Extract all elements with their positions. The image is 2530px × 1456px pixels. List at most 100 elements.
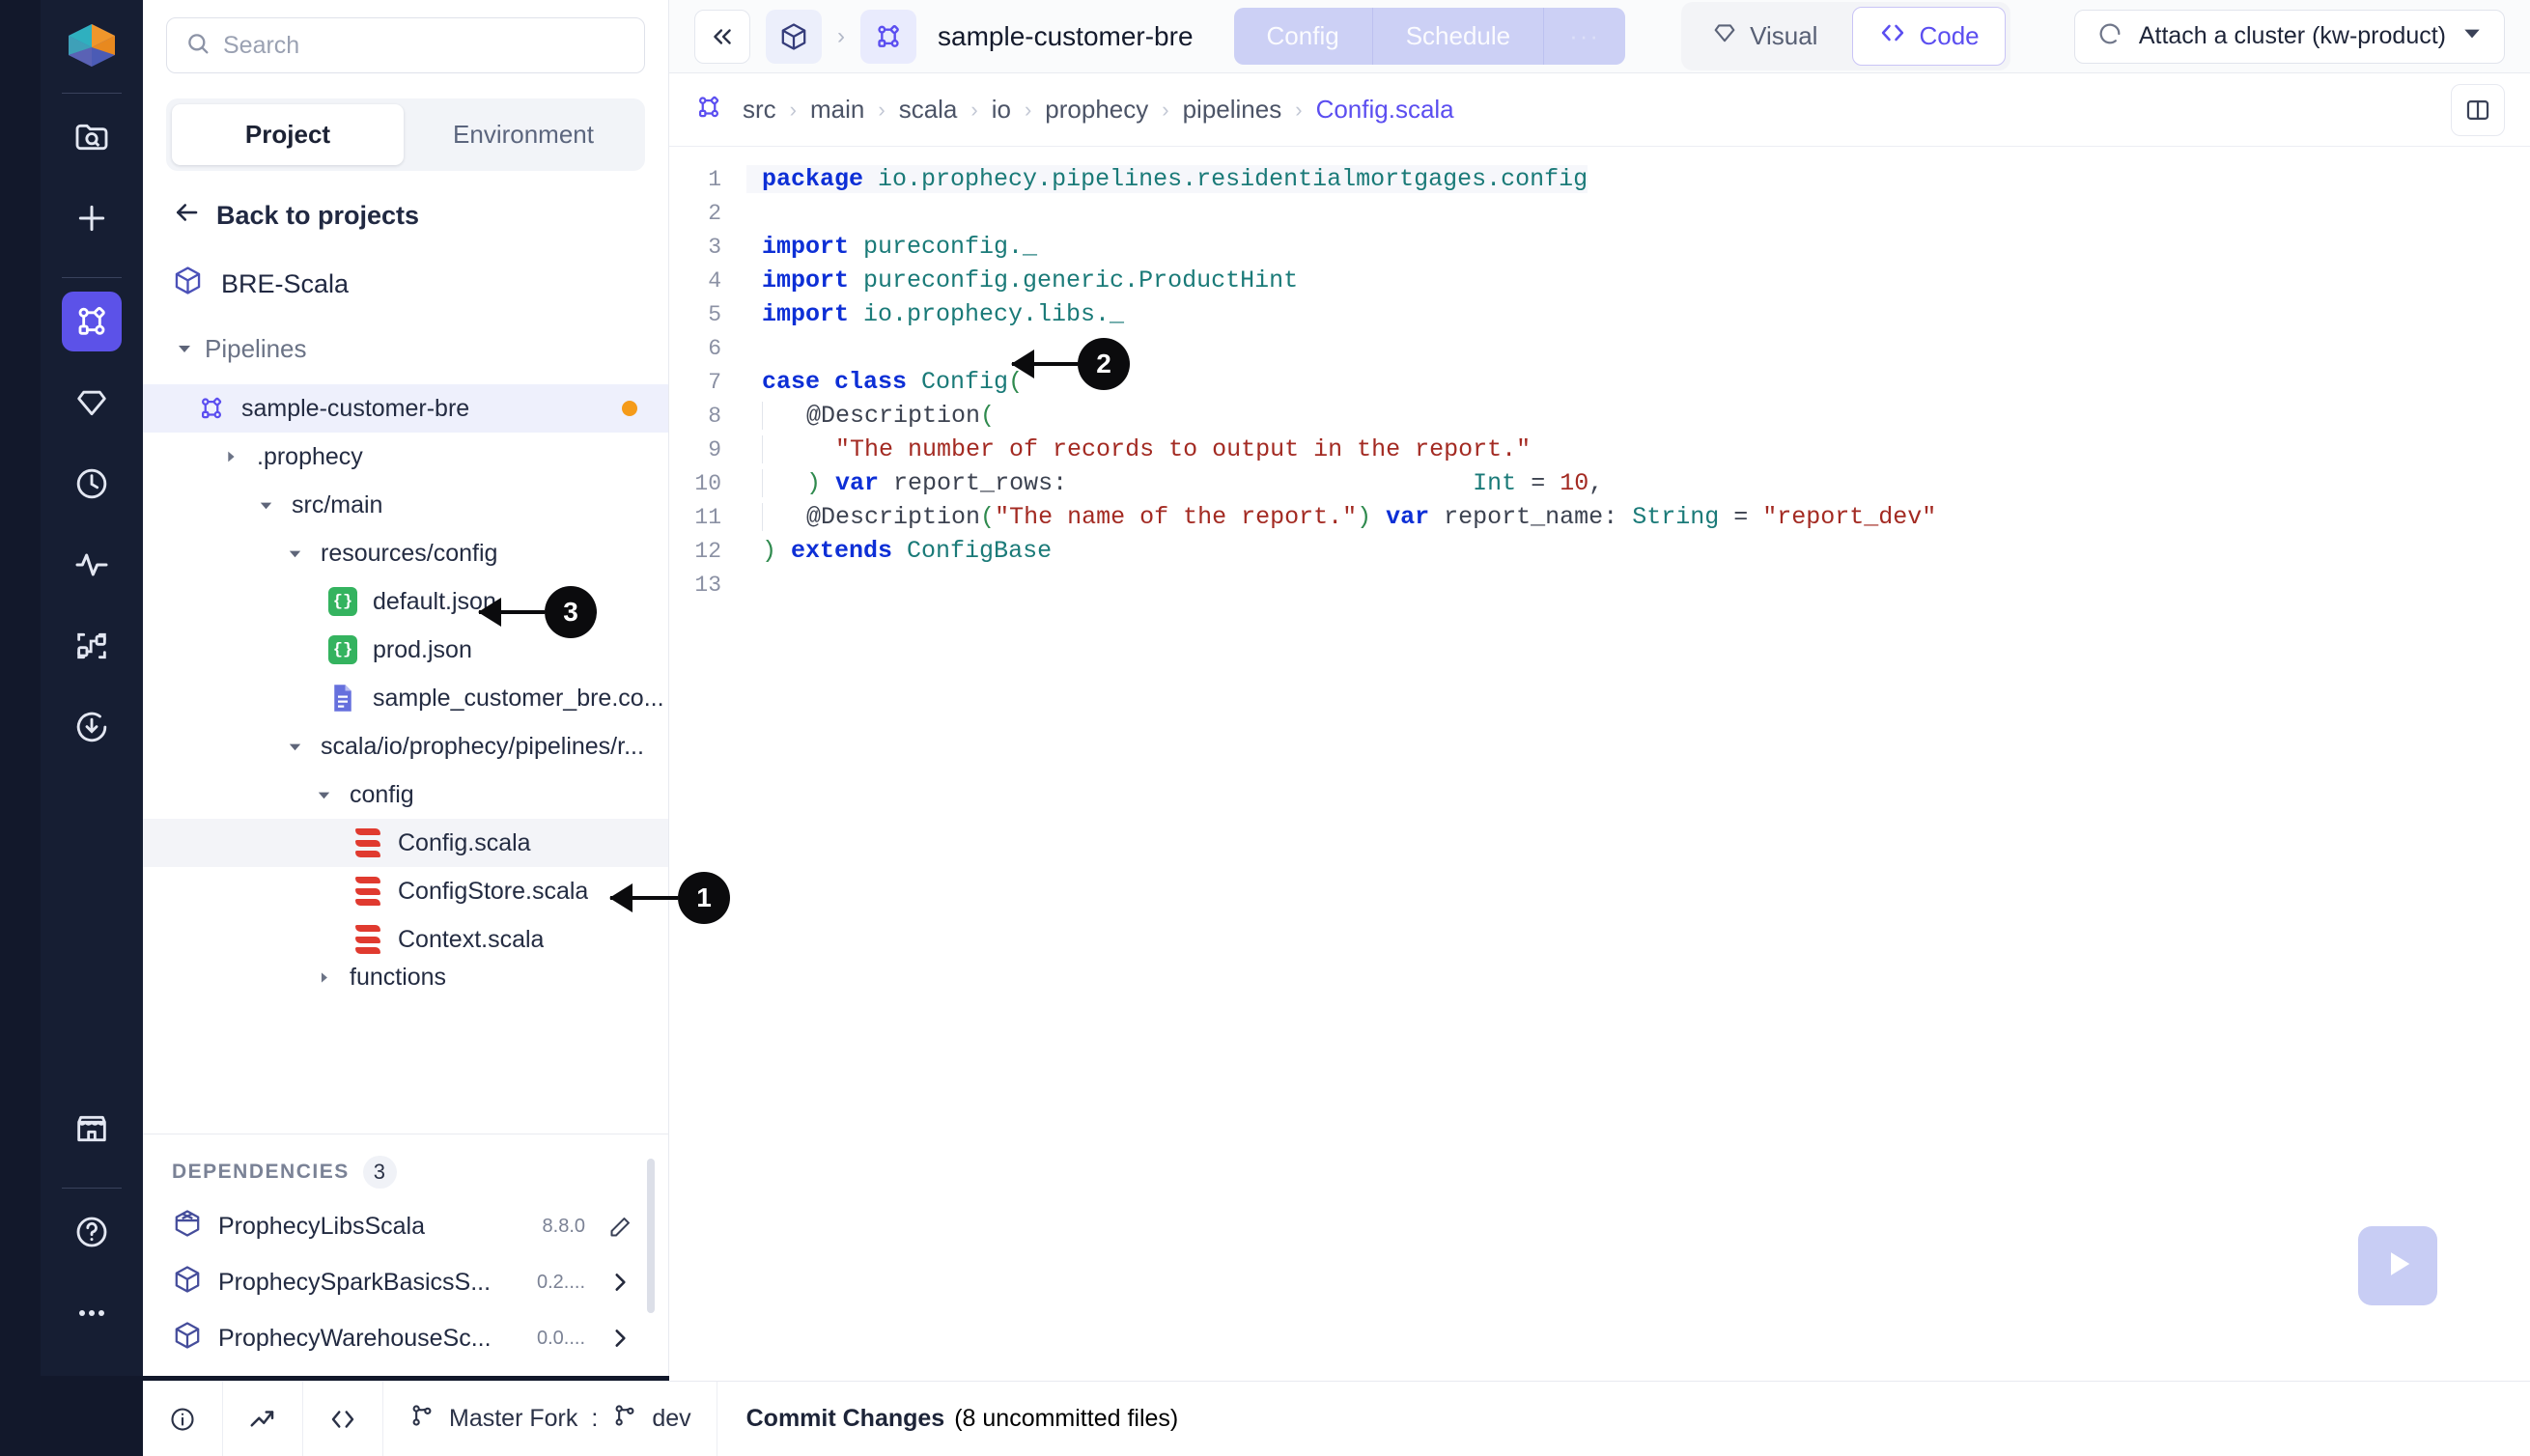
commit-changes-button[interactable]: Commit Changes (8 uncommitted files) [717, 1405, 1179, 1433]
breadcrumb-item-io[interactable]: io [992, 95, 1011, 125]
code-line: 3 import pureconfig._ [669, 230, 2530, 264]
branch-separator: : [591, 1405, 598, 1433]
breadcrumb-item-src[interactable]: src [743, 95, 776, 125]
tree-item-sample-customer-bre[interactable]: sample-customer-bre [143, 384, 668, 433]
tab-project[interactable]: Project [172, 104, 404, 165]
cube-icon [172, 1264, 203, 1302]
line-number: 1 [669, 167, 746, 192]
activity-icon[interactable] [62, 535, 122, 595]
run-button[interactable] [2358, 1226, 2437, 1305]
branch-icon [611, 1402, 638, 1436]
tree-item-label: functions [350, 964, 446, 991]
clock-icon[interactable] [62, 454, 122, 514]
breadcrumb-item-scala[interactable]: scala [899, 95, 958, 125]
annotation-3: 3 [479, 586, 597, 638]
code-line-text: @Description("The name of the report.") … [762, 503, 1936, 531]
dependencies-header: DEPENDENCIES 3 [172, 1156, 639, 1189]
code-line-text: ) extends ConfigBase [746, 537, 1052, 565]
tab-visual[interactable]: Visual [1686, 8, 1842, 65]
search-icon [184, 30, 211, 62]
branch-selector[interactable]: Master Fork : dev [383, 1382, 717, 1456]
tab-code[interactable]: Code [1852, 7, 2005, 66]
left-icon-rail [41, 0, 143, 1376]
dependency-version: 0.2.... [537, 1272, 585, 1294]
tree-item-config-folder[interactable]: config [143, 770, 668, 819]
nodes-icon[interactable] [62, 616, 122, 676]
chevron-right-icon[interactable] [601, 1326, 639, 1351]
dependency-row[interactable]: ProphecySparkBasicsS... 0.2.... [172, 1254, 639, 1310]
tree-item-prophecy[interactable]: .prophecy [143, 433, 668, 481]
sidebar-item-pipelines[interactable] [62, 292, 122, 351]
code-line: 10 ) var report_rows: Int = 10, [669, 466, 2530, 500]
tree-item-config-scala[interactable]: Config.scala [143, 819, 668, 867]
tree-item-src-main[interactable]: src/main [143, 481, 668, 529]
tree-section-label: Pipelines [205, 334, 307, 364]
code-editor[interactable]: 1 package io.prophecy.pipelines.resident… [669, 147, 2530, 1381]
dependency-row[interactable]: ProphecyWarehouseSc... 0.0.... [172, 1310, 639, 1366]
chevron-right-icon[interactable] [601, 1270, 639, 1295]
tree-item-label: Config.scala [398, 829, 531, 857]
dependency-row[interactable]: ProphecyLibsScala 8.8.0 [172, 1198, 639, 1254]
code-brackets-icon[interactable] [303, 1382, 383, 1456]
more-dots-icon[interactable] [62, 1283, 122, 1343]
line-number: 8 [669, 404, 746, 429]
project-name-row[interactable]: BRE-Scala [143, 243, 668, 311]
status-dot [622, 401, 637, 416]
tree-section-pipelines[interactable]: Pipelines [143, 324, 668, 373]
download-circle-icon[interactable] [62, 697, 122, 757]
code-line: 1 package io.prophecy.pipelines.resident… [669, 162, 2530, 196]
line-number: 2 [669, 201, 746, 226]
json-icon: {} [326, 633, 359, 666]
breadcrumb-item-config-scala[interactable]: Config.scala [1316, 95, 1454, 125]
rail-divider-top [62, 93, 122, 94]
scala-icon [351, 923, 384, 956]
tree-item-functions[interactable]: functions [143, 964, 668, 991]
tree-item-scala-path[interactable]: scala/io/prophecy/pipelines/r... [143, 722, 668, 770]
chevron-down-icon [2461, 23, 2483, 49]
search-box[interactable] [166, 17, 645, 73]
project-sidebar: Project Environment Back to projects BRE… [143, 0, 669, 1376]
tab-more-icon[interactable]: ··· [1544, 8, 1625, 65]
dependencies-scrollbar[interactable] [647, 1159, 655, 1313]
commit-changes-label: Commit Changes [746, 1405, 945, 1433]
app-root: Project Environment Back to projects BRE… [0, 0, 2530, 1456]
panel-split-icon[interactable] [2451, 84, 2505, 136]
tab-environment[interactable]: Environment [408, 104, 639, 165]
tree-item-label: resources/config [321, 540, 497, 568]
plus-icon[interactable] [62, 188, 122, 248]
line-number: 3 [669, 235, 746, 260]
search-input[interactable] [223, 32, 627, 60]
branch-target-label: dev [652, 1405, 690, 1433]
code-line: 6 [669, 331, 2530, 365]
breadcrumb-item-pipelines[interactable]: pipelines [1183, 95, 1282, 125]
tree-item-configstore-scala[interactable]: ConfigStore.scala [143, 867, 668, 915]
tab-schedule[interactable]: Schedule [1373, 8, 1544, 65]
pipeline-icon[interactable] [860, 10, 916, 64]
tree-item-sample-customer-bre-conf[interactable]: sample_customer_bre.co... [143, 674, 668, 722]
help-circle-icon[interactable] [62, 1202, 122, 1262]
chevrons-left-icon[interactable] [694, 10, 750, 64]
tree-item-resources-config[interactable]: resources/config [143, 529, 668, 577]
code-line: 8 @Description( [669, 399, 2530, 433]
line-number: 10 [669, 471, 746, 496]
info-circle-icon[interactable] [143, 1382, 223, 1456]
line-number: 9 [669, 437, 746, 462]
tree-item-context-scala[interactable]: Context.scala [143, 915, 668, 964]
tab-code-label: Code [1919, 21, 1979, 51]
back-to-projects-button[interactable]: Back to projects [143, 171, 668, 243]
prophecy-logo[interactable] [62, 15, 122, 75]
trending-up-icon[interactable] [223, 1382, 303, 1456]
cluster-selector[interactable]: Attach a cluster (kw-product) [2074, 10, 2505, 64]
pencil-icon[interactable] [601, 1214, 639, 1240]
code-line-text: package io.prophecy.pipelines.residentia… [746, 165, 1588, 193]
breadcrumb-item-prophecy[interactable]: prophecy [1045, 95, 1148, 125]
folder-search-icon[interactable] [62, 107, 122, 167]
store-icon[interactable] [62, 1099, 122, 1159]
tab-config[interactable]: Config [1234, 8, 1373, 65]
breadcrumb-item-main[interactable]: main [810, 95, 864, 125]
project-name-label: BRE-Scala [221, 269, 349, 299]
cube-icon[interactable] [766, 10, 822, 64]
dependency-name: ProphecyLibsScala [218, 1213, 527, 1241]
dependency-name: ProphecyWarehouseSc... [218, 1325, 521, 1353]
diamond-icon[interactable] [62, 373, 122, 433]
